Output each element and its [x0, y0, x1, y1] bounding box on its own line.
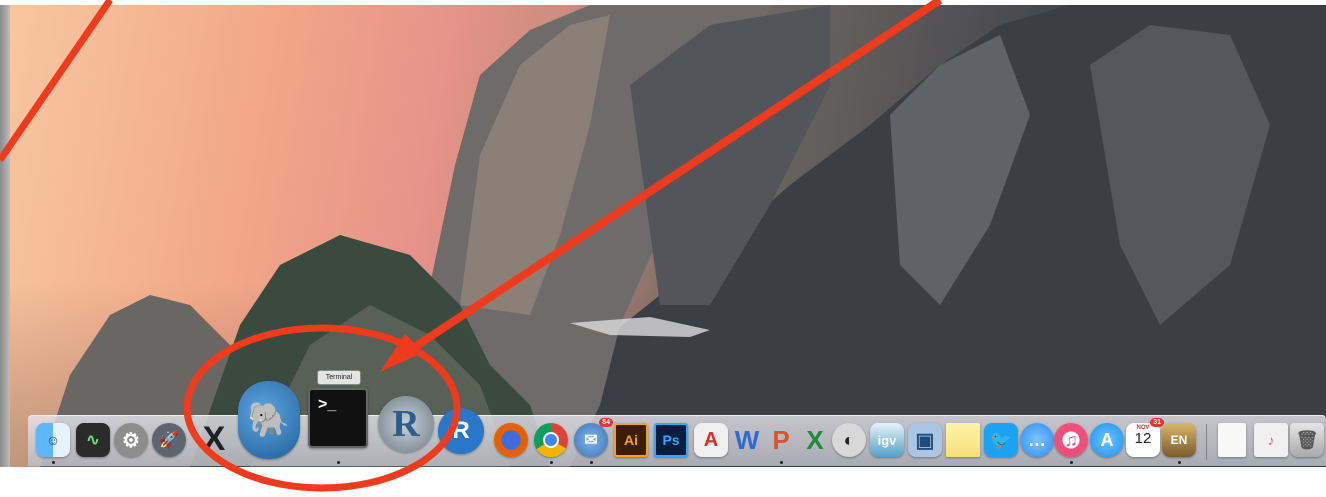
- word-icon[interactable]: W: [730, 423, 764, 457]
- running-indicator: [780, 461, 783, 464]
- acrobat-icon[interactable]: A: [694, 423, 728, 457]
- running-indicator: [550, 461, 553, 464]
- igv-icon[interactable]: igv: [870, 423, 904, 457]
- document-icon[interactable]: [1218, 423, 1246, 457]
- mail-badge: 84: [599, 418, 613, 427]
- calendar-badge: 31: [1150, 418, 1164, 427]
- r-icon[interactable]: R: [378, 396, 434, 452]
- firefox-icon[interactable]: [494, 423, 528, 457]
- running-indicator: [1178, 461, 1181, 464]
- calendar-icon[interactable]: NOV 12 31: [1126, 418, 1164, 457]
- window-left-edge: [0, 5, 10, 467]
- page-bottom: [0, 467, 1326, 497]
- system-preferences-icon[interactable]: ⚙: [114, 423, 148, 457]
- dock: ☺ ∿ ⚙ 🚀 X 🐘 >_ R R ✉ 84 Ai Ps A W P X ◐ …: [28, 381, 1326, 466]
- launchpad-icon[interactable]: 🚀: [152, 423, 186, 457]
- desktop-wallpaper: [10, 5, 1326, 467]
- finder-icon[interactable]: ☺: [36, 423, 70, 457]
- powerpoint-icon[interactable]: P: [764, 423, 798, 457]
- messages-icon[interactable]: …: [1020, 423, 1054, 457]
- illustrator-icon[interactable]: Ai: [614, 423, 648, 457]
- terminal-icon[interactable]: >_: [308, 388, 368, 448]
- running-indicator: [337, 461, 340, 464]
- thunderbird-icon[interactable]: ✉ 84: [574, 418, 613, 457]
- running-indicator: [590, 461, 593, 464]
- app-store-icon[interactable]: A: [1090, 423, 1124, 457]
- running-indicator: [52, 461, 55, 464]
- activity-monitor-icon[interactable]: ∿: [76, 423, 110, 457]
- dock-divider: [1206, 424, 1207, 460]
- excel-icon[interactable]: X: [798, 423, 832, 457]
- chrome-icon[interactable]: [534, 423, 568, 457]
- trash-icon[interactable]: 🗑: [1290, 423, 1324, 457]
- stickies-icon[interactable]: [946, 423, 980, 457]
- wallpaper-mountains: [40, 5, 1326, 467]
- calendar-day: 12: [1134, 430, 1152, 447]
- running-indicator: [1070, 461, 1073, 464]
- cyberduck-icon[interactable]: ◐: [832, 423, 866, 457]
- twitter-icon[interactable]: 🐦: [984, 423, 1018, 457]
- downloads-stack-icon[interactable]: ♪: [1254, 423, 1288, 457]
- dock-tooltip: Terminal: [317, 370, 361, 385]
- photoshop-icon[interactable]: Ps: [654, 423, 688, 457]
- x11-icon[interactable]: X: [194, 419, 234, 459]
- tooltip-label: Terminal: [325, 374, 353, 381]
- dictionary-icon[interactable]: EN: [1162, 423, 1196, 457]
- virtualbox-icon[interactable]: ▣: [908, 423, 942, 457]
- rstudio-icon[interactable]: R: [438, 408, 484, 454]
- itunes-icon[interactable]: ♫: [1054, 423, 1088, 457]
- postgres-icon[interactable]: 🐘: [238, 381, 300, 459]
